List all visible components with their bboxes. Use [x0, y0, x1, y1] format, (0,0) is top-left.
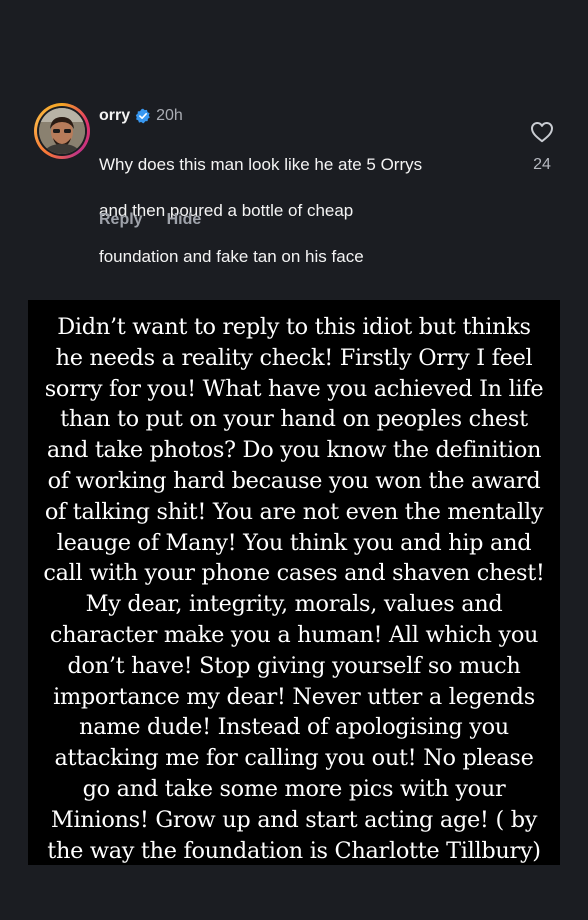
comment-header: orry 20h [99, 106, 183, 126]
comment-line: Why does this man look like he ate 5 Orr… [99, 155, 423, 174]
profile-photo-icon [39, 108, 85, 154]
like-count: 24 [533, 156, 551, 173]
reply-line: importance my dear! Never utter a legend… [53, 683, 535, 710]
hide-button[interactable]: Hide [167, 209, 202, 231]
reply-line: leauge of Many! You think you and hip an… [56, 529, 532, 556]
reply-button[interactable]: Reply [99, 209, 143, 231]
comment-actions: Reply Hide [99, 209, 201, 231]
reply-line: don’t have! Stop giving yourself so much [67, 652, 521, 679]
comment-card: orry 20h Why does this man look like he … [0, 0, 588, 300]
reply-line: of talking shit! You are not even the me… [44, 498, 544, 525]
reply-line: the way the foundation is Charlotte Till… [47, 837, 541, 864]
comment-line: foundation and fake tan on his face [99, 247, 364, 266]
reply-line: and take photos? Do you know the definit… [46, 437, 542, 464]
reply-line: attacking me for calling you out! No ple… [54, 745, 534, 772]
avatar[interactable] [34, 103, 90, 159]
reply-text: Didn’t want to reply to this idiot but t… [28, 312, 560, 866]
reply-line: he needs a reality check! Firstly Orry I… [55, 344, 533, 371]
reply-line: of working hard because you won the awar… [47, 467, 541, 494]
reply-line: character make you a human! All which yo… [49, 621, 539, 648]
heart-icon[interactable] [530, 121, 554, 143]
like-column: 24 [527, 121, 557, 175]
avatar-photo [39, 108, 85, 154]
reply-line: sorry for you! What have you achieved In… [44, 375, 544, 402]
reply-line: than to put on your hand on peoples ches… [60, 406, 528, 433]
comment-timestamp: 20h [156, 107, 183, 124]
verified-badge-icon [135, 108, 150, 124]
reply-line: name dude! Instead of apologising you [79, 714, 509, 741]
reply-line: Minions! Grow up and start acting age! (… [50, 806, 538, 833]
username[interactable]: orry [99, 106, 130, 126]
reply-line: call with your phone cases and shaven ch… [43, 560, 545, 587]
reply-line: Didn’t want to reply to this idiot but t… [57, 314, 531, 340]
reply-text-panel: Didn’t want to reply to this idiot but t… [28, 300, 560, 865]
reply-line: go and take some more pics with your [82, 775, 506, 802]
reply-line: My dear, integrity, morals, values and [85, 591, 503, 618]
